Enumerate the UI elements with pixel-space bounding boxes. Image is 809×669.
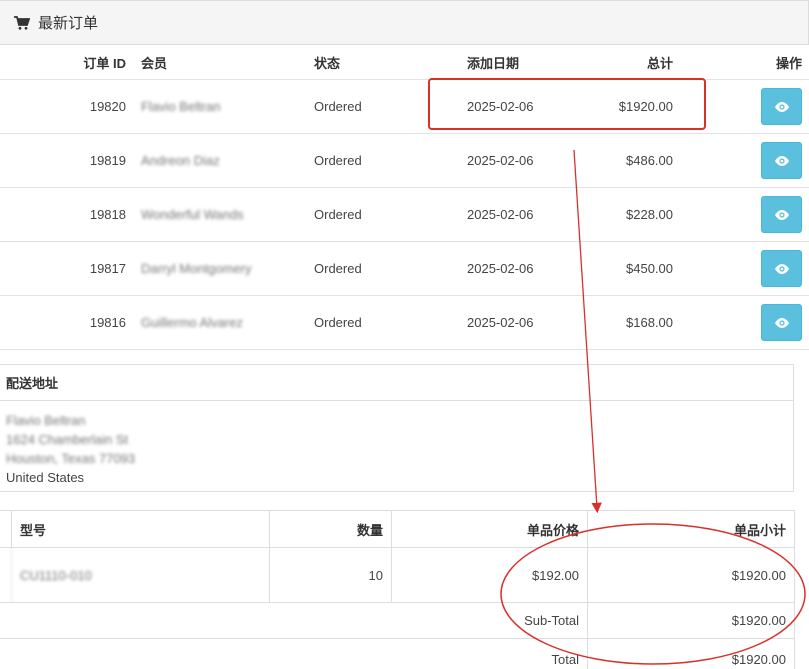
col-header-model: 型号 bbox=[11, 511, 269, 547]
table-row: 19816 Guillermo Alvarez Ordered 2025-02-… bbox=[0, 296, 809, 350]
item-qty: 10 bbox=[269, 548, 391, 602]
order-status: Ordered bbox=[314, 99, 362, 114]
order-id: 19819 bbox=[89, 153, 126, 168]
order-date: 2025-02-06 bbox=[467, 99, 534, 114]
address-street: 1624 Chamberlain St bbox=[6, 432, 129, 447]
eye-icon bbox=[774, 209, 789, 220]
eye-icon bbox=[774, 263, 789, 274]
col-header-subtotal: 单品小计 bbox=[587, 511, 795, 547]
eye-icon bbox=[774, 101, 789, 112]
table-row: 19818 Wonderful Wands Ordered 2025-02-06… bbox=[0, 188, 809, 242]
order-member: Darryl Montgomery bbox=[141, 261, 252, 276]
items-header-row: 型号 数量 单品价格 单品小计 bbox=[0, 511, 795, 548]
table-row: 19820 Flavio Beltran Ordered 2025-02-06 … bbox=[0, 80, 809, 134]
order-total: $228.00 bbox=[626, 207, 673, 222]
view-order-button[interactable] bbox=[761, 304, 802, 341]
col-header-price: 单品价格 bbox=[391, 511, 587, 547]
order-id: 19816 bbox=[89, 315, 126, 330]
item-subtotal: $1920.00 bbox=[587, 548, 795, 602]
table-row: 19817 Darryl Montgomery Ordered 2025-02-… bbox=[0, 242, 809, 296]
view-order-button[interactable] bbox=[761, 196, 802, 233]
order-status: Ordered bbox=[314, 315, 362, 330]
col-header-member: 会员 bbox=[141, 55, 168, 71]
order-member: Flavio Beltran bbox=[141, 99, 221, 114]
order-status: Ordered bbox=[314, 153, 362, 168]
eye-icon bbox=[774, 155, 789, 166]
panel-header: 最新订单 bbox=[0, 0, 809, 45]
col-header-qty: 数量 bbox=[269, 511, 391, 547]
order-id: 19820 bbox=[89, 99, 126, 114]
item-price: $192.00 bbox=[391, 548, 587, 602]
address-name: Flavio Beltran bbox=[6, 413, 86, 428]
order-date: 2025-02-06 bbox=[467, 315, 534, 330]
order-total: $486.00 bbox=[626, 153, 673, 168]
total-value: $1920.00 bbox=[587, 639, 795, 669]
order-date: 2025-02-06 bbox=[467, 261, 534, 276]
col-header-date: 添加日期 bbox=[467, 55, 520, 71]
table-row: 19819 Andreon Diaz Ordered 2025-02-06 $4… bbox=[0, 134, 809, 188]
items-table: 型号 数量 单品价格 单品小计 CU1110-010 10 $192.00 $1… bbox=[0, 510, 795, 669]
col-header-action: 操作 bbox=[775, 55, 802, 71]
total-label: Total bbox=[551, 651, 579, 667]
shipping-address-lines: Flavio Beltran 1624 Chamberlain St Houst… bbox=[0, 401, 793, 487]
item-row: CU1110-010 10 $192.00 $1920.00 bbox=[0, 548, 795, 603]
eye-icon bbox=[774, 317, 789, 328]
subtotal-value: $1920.00 bbox=[587, 603, 795, 638]
order-total: $450.00 bbox=[626, 261, 673, 276]
shipping-address-title: 配送地址 bbox=[0, 365, 793, 401]
col-header-total: 总计 bbox=[646, 55, 673, 71]
order-member: Andreon Diaz bbox=[141, 153, 220, 168]
order-total: $1920.00 bbox=[618, 99, 673, 114]
panel-title: 最新订单 bbox=[38, 15, 99, 32]
order-total: $168.00 bbox=[626, 315, 673, 330]
view-order-button[interactable] bbox=[761, 250, 802, 287]
subtotal-label: Sub-Total bbox=[524, 613, 579, 628]
cart-icon bbox=[14, 15, 30, 30]
orders-header-row: 订单 ID 会员 状态 添加日期 总计 操作 bbox=[0, 45, 809, 80]
order-id: 19818 bbox=[89, 207, 126, 222]
shipping-address-box: 配送地址 Flavio Beltran 1624 Chamberlain St … bbox=[0, 364, 794, 492]
order-member: Guillermo Alvarez bbox=[141, 315, 243, 330]
order-date: 2025-02-06 bbox=[467, 153, 534, 168]
col-header-id: 订单 ID bbox=[83, 55, 126, 71]
address-country: United States bbox=[6, 470, 85, 485]
view-order-button[interactable] bbox=[761, 142, 802, 179]
item-model: CU1110-010 bbox=[11, 548, 269, 602]
order-member: Wonderful Wands bbox=[141, 207, 244, 222]
order-status: Ordered bbox=[314, 207, 362, 222]
order-id: 19817 bbox=[89, 261, 126, 276]
subtotal-row: Sub-Total $1920.00 bbox=[0, 603, 795, 639]
orders-table: 订单 ID 会员 状态 添加日期 总计 操作 19820 Flavio Belt… bbox=[0, 45, 809, 350]
order-status: Ordered bbox=[314, 261, 362, 276]
col-header-status: 状态 bbox=[314, 55, 341, 71]
total-row: Total $1920.00 bbox=[0, 639, 795, 669]
view-order-button[interactable] bbox=[761, 88, 802, 125]
address-city: Houston, Texas 77093 bbox=[6, 451, 136, 466]
order-date: 2025-02-06 bbox=[467, 207, 534, 222]
